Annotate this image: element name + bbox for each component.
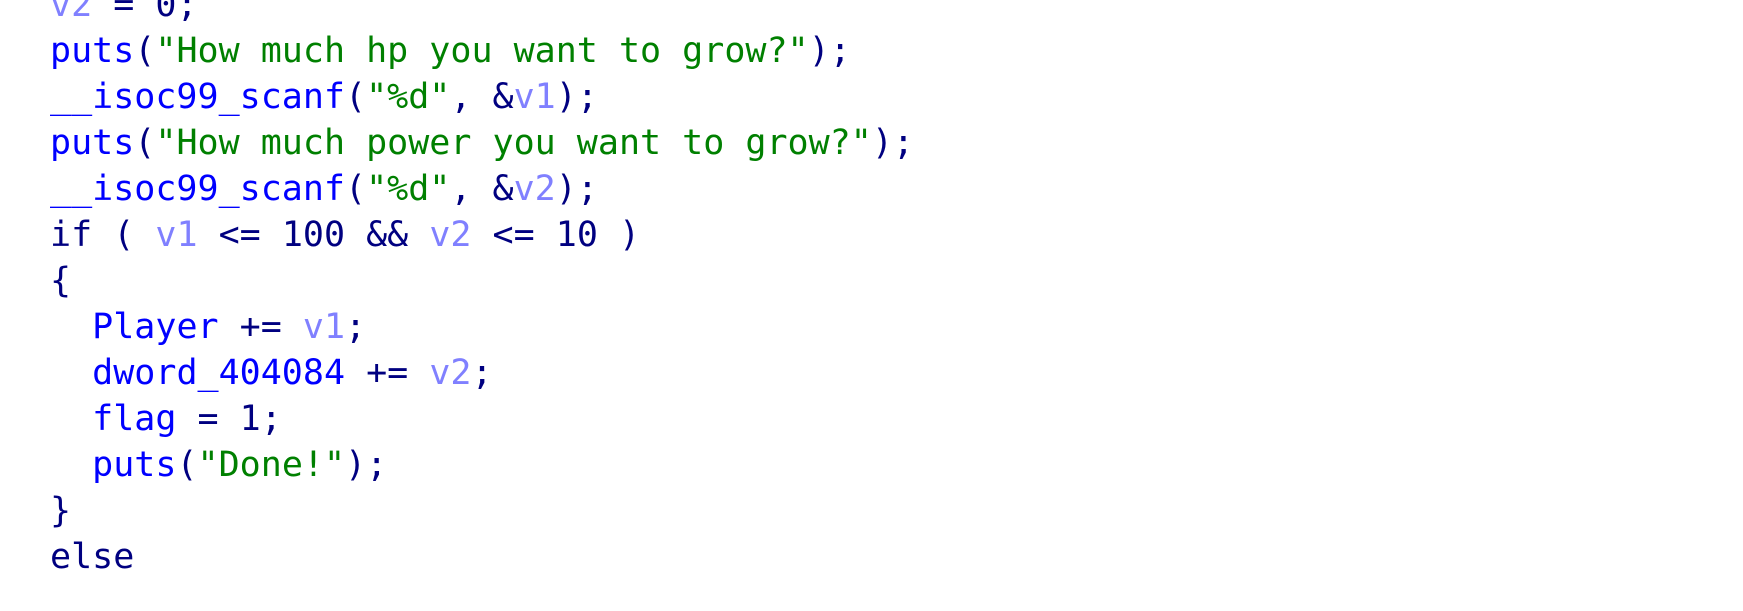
code-token-identifier[interactable]: dword_404084 xyxy=(92,353,345,393)
code-line[interactable]: flag = 1; xyxy=(50,394,282,444)
code-token-punctuation: ( xyxy=(134,31,156,71)
code-line[interactable]: } xyxy=(50,486,71,536)
code-token-string: "%d" xyxy=(366,169,451,209)
code-token-function[interactable]: puts xyxy=(50,123,134,163)
code-line[interactable]: puts("How much hp you want to grow?"); xyxy=(50,26,851,76)
code-token-string: "%d" xyxy=(366,77,451,117)
code-token-punctuation: , & xyxy=(450,169,514,209)
code-token-punctuation: = 1; xyxy=(176,399,282,439)
code-token-punctuation: ( xyxy=(345,77,367,117)
code-line[interactable]: __isoc99_scanf("%d", &v1); xyxy=(50,72,598,122)
code-token-variable[interactable]: v2 xyxy=(429,353,471,393)
code-token-punctuation: ( xyxy=(176,445,198,485)
code-token-punctuation: } xyxy=(50,491,72,531)
code-token-function[interactable]: __isoc99_scanf xyxy=(50,77,345,117)
code-token-variable[interactable]: v2 xyxy=(50,0,92,25)
code-token-punctuation: , & xyxy=(450,77,514,117)
code-token-punctuation: ( xyxy=(92,215,156,255)
code-line[interactable]: { xyxy=(50,256,71,306)
code-token-variable[interactable]: v1 xyxy=(514,77,556,117)
code-line[interactable]: else xyxy=(50,532,134,582)
code-token-identifier[interactable]: flag xyxy=(92,399,176,439)
code-token-punctuation: ); xyxy=(555,77,598,117)
code-token-punctuation xyxy=(50,445,92,485)
code-token-punctuation xyxy=(50,307,92,347)
code-token-punctuation: ); xyxy=(871,123,914,163)
code-token-string: "How much hp you want to grow?" xyxy=(155,31,809,71)
code-token-punctuation: = 0; xyxy=(92,0,198,25)
code-token-punctuation: <= 100 && xyxy=(197,215,430,255)
code-token-variable[interactable]: v1 xyxy=(303,307,345,347)
code-token-keyword: else xyxy=(50,537,135,577)
pseudocode-view[interactable]: v2 = 0; puts("How much hp you want to gro… xyxy=(0,0,1743,611)
code-token-function[interactable]: puts xyxy=(92,445,176,485)
code-line[interactable]: Player += v1; xyxy=(50,302,366,352)
code-token-variable[interactable]: v1 xyxy=(155,215,197,255)
code-line[interactable]: puts("How much power you want to grow?")… xyxy=(50,118,914,168)
code-token-punctuation: ; xyxy=(471,353,493,393)
code-token-identifier[interactable]: Player xyxy=(92,307,218,347)
code-token-punctuation: <= 10 ) xyxy=(471,215,641,255)
code-token-punctuation xyxy=(50,353,92,393)
code-token-variable[interactable]: v2 xyxy=(514,169,556,209)
code-token-punctuation: += xyxy=(345,353,430,393)
code-token-punctuation: ); xyxy=(808,31,851,71)
code-token-variable[interactable]: v2 xyxy=(429,215,471,255)
code-line[interactable]: __isoc99_scanf("%d", &v2); xyxy=(50,164,598,214)
code-token-keyword: if xyxy=(50,215,93,255)
code-token-string: "How much power you want to grow?" xyxy=(155,123,872,163)
code-token-punctuation: ); xyxy=(345,445,388,485)
code-line[interactable]: if ( v1 <= 100 && v2 <= 10 ) xyxy=(50,210,640,260)
code-token-punctuation xyxy=(50,399,92,439)
code-token-punctuation: ( xyxy=(134,123,156,163)
code-token-function[interactable]: puts xyxy=(50,31,134,71)
code-token-punctuation: += xyxy=(218,307,303,347)
code-line[interactable]: dword_404084 += v2; xyxy=(50,348,493,398)
code-line[interactable]: puts("Done!"); xyxy=(50,440,387,490)
code-token-punctuation: ( xyxy=(345,169,367,209)
code-token-function[interactable]: __isoc99_scanf xyxy=(50,169,345,209)
code-token-punctuation: ; xyxy=(345,307,367,347)
code-token-punctuation: { xyxy=(50,261,72,301)
code-token-string: "Done!" xyxy=(197,445,346,485)
code-token-punctuation: ); xyxy=(555,169,598,209)
